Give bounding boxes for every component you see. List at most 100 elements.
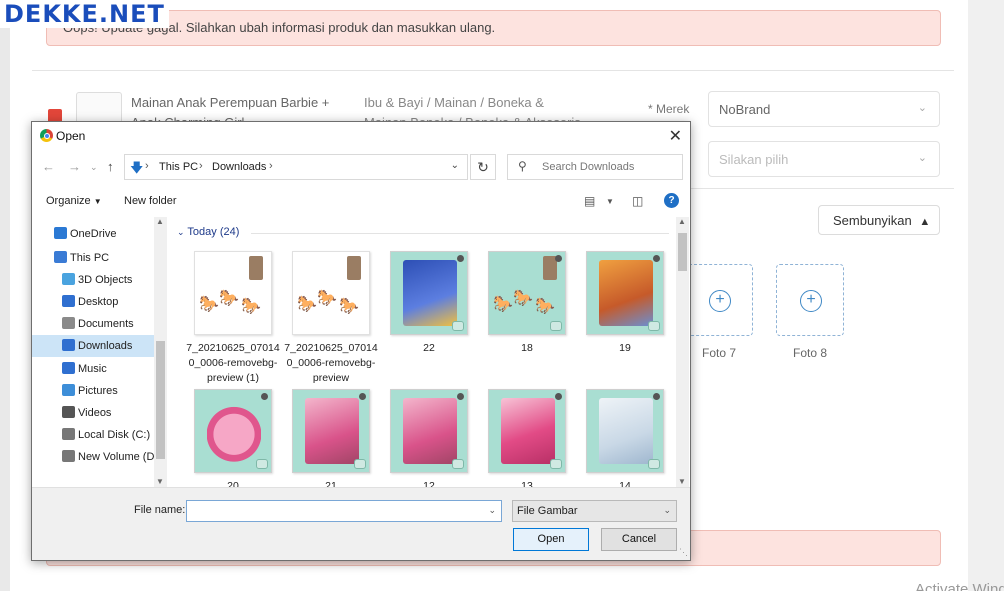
dropdown-caret-icon: ▼: [93, 197, 102, 206]
scroll-up-icon[interactable]: ▲: [156, 217, 164, 226]
corner-dot-icon: [555, 255, 562, 262]
file-scrollbar[interactable]: ▲ ▼: [676, 217, 689, 487]
hide-button[interactable]: Sembunyikan ▲: [818, 205, 940, 235]
nav-item-label: Videos: [78, 407, 112, 419]
search-icon: ⚲: [518, 159, 527, 173]
drive-icon: [62, 450, 75, 462]
image-thumbnail-icon: 🐎 🐎 🐎: [488, 251, 566, 335]
file-item[interactable]: 12: [378, 389, 474, 487]
brand-label: * Merek: [648, 102, 690, 116]
nav-item-this-pc[interactable]: This PC: [32, 247, 154, 269]
toy-package-image: [403, 260, 457, 326]
search-placeholder: Search Downloads: [542, 161, 635, 173]
chrome-icon: [40, 129, 53, 142]
nav-item-downloads[interactable]: Downloads: [32, 335, 154, 357]
file-item[interactable]: 22: [378, 251, 474, 391]
hide-button-label: Sembunyikan: [833, 213, 912, 228]
file-item[interactable]: 21: [280, 389, 376, 487]
back-arrow-icon[interactable]: ←: [42, 159, 55, 174]
breadcrumb-this-pc[interactable]: This PC: [159, 161, 198, 173]
nav-item-label: This PC: [70, 252, 110, 264]
file-name: 18: [521, 342, 533, 354]
recent-dropdown-icon[interactable]: ⌄: [90, 162, 98, 173]
breadcrumb-separator: ›: [145, 160, 149, 172]
badge-icon: [256, 459, 268, 469]
group-header[interactable]: ⌄ Today (24): [177, 226, 239, 238]
up-arrow-icon[interactable]: ↑: [107, 159, 114, 174]
file-name-label: File name:: [134, 504, 186, 516]
nav-item-pictures[interactable]: Pictures: [32, 380, 154, 402]
chevron-down-icon[interactable]: ⌄: [451, 160, 459, 171]
file-scroll-thumb[interactable]: [678, 233, 687, 271]
forward-arrow-icon[interactable]: →: [68, 159, 81, 174]
toy-box-image: [347, 256, 361, 280]
organize-button[interactable]: Organize ▼: [46, 195, 102, 207]
brand-select[interactable]: NoBrand ⌄: [708, 91, 940, 127]
cancel-button[interactable]: Cancel: [601, 528, 677, 551]
breadcrumb-downloads[interactable]: Downloads: [212, 161, 266, 173]
image-thumbnail-icon: [586, 251, 664, 335]
cloud-icon: [54, 227, 67, 239]
nav-item-desktop[interactable]: Desktop: [32, 291, 154, 313]
image-thumbnail-icon: [390, 251, 468, 335]
nav-item-onedrive[interactable]: OneDrive: [32, 223, 154, 245]
file-type-select[interactable]: File Gambar ⌄: [512, 500, 677, 522]
file-list: ⌄ Today (24) 🐎 🐎 🐎 7_20210625_070140_0006-r…: [169, 217, 689, 487]
brand-select-value: NoBrand: [719, 102, 771, 117]
file-item[interactable]: 🐎 🐎 🐎 7_20210625_070140_0006-removebg-previ…: [280, 251, 378, 391]
file-item[interactable]: 🐎 🐎 🐎 18: [476, 251, 572, 391]
refresh-button[interactable]: ↻: [470, 154, 496, 180]
chevron-down-icon: ⌄: [177, 227, 185, 237]
group-header-label: Today (24): [187, 226, 240, 238]
close-icon[interactable]: ✕: [669, 126, 682, 146]
open-button[interactable]: Open: [513, 528, 589, 551]
horse-toy-image: 🐎: [297, 296, 317, 313]
file-item[interactable]: 20: [182, 389, 278, 487]
image-thumbnail-icon: [488, 389, 566, 473]
attribute-select[interactable]: Silakan pilih ⌄: [708, 141, 940, 177]
resize-grip-icon[interactable]: ⋱: [679, 547, 688, 558]
nav-item-videos[interactable]: Videos: [32, 402, 154, 424]
file-name-input[interactable]: ⌄: [186, 500, 502, 522]
music-icon: [62, 362, 75, 374]
preview-pane-icon[interactable]: ◫: [632, 194, 643, 208]
nav-item-3d-objects[interactable]: 3D Objects: [32, 269, 154, 291]
photo-upload-8[interactable]: +: [776, 264, 844, 336]
site-logo: DEKKE.NET: [0, 0, 169, 28]
scroll-up-icon[interactable]: ▲: [678, 217, 686, 226]
corner-dot-icon: [653, 255, 660, 262]
search-box[interactable]: ⚲ Search Downloads: [507, 154, 683, 180]
nav-item-documents[interactable]: Documents: [32, 313, 154, 335]
nav-item-local-disk-c[interactable]: Local Disk (C:): [32, 424, 154, 446]
toy-package-image: [207, 398, 261, 464]
nav-item-label: Documents: [78, 318, 134, 330]
chevron-down-icon: ⌄: [917, 152, 927, 164]
new-folder-button[interactable]: New folder: [124, 195, 177, 207]
nav-item-music[interactable]: Music: [32, 358, 154, 380]
nav-scroll-thumb[interactable]: [156, 341, 165, 459]
view-options-icon[interactable]: ▤: [584, 194, 595, 208]
dialog-titlebar[interactable]: Open ✕: [32, 122, 690, 150]
dropdown-caret-icon[interactable]: ▼: [606, 197, 614, 206]
file-item[interactable]: 🐎 🐎 🐎 7_20210625_070140_0006-removebg-previ…: [182, 251, 280, 391]
photo-upload-7[interactable]: +: [685, 264, 753, 336]
divider: [32, 70, 954, 71]
scroll-down-icon[interactable]: ▼: [678, 477, 686, 486]
nav-scrollbar[interactable]: ▲ ▼: [154, 217, 167, 487]
file-item[interactable]: 19: [574, 251, 670, 391]
toy-package-image: [599, 398, 653, 464]
badge-icon: [648, 459, 660, 469]
nav-item-label: Music: [78, 363, 107, 375]
file-name: 19: [619, 342, 631, 354]
chevron-down-icon[interactable]: ⌄: [488, 505, 496, 516]
breadcrumb-separator: ›: [199, 160, 203, 172]
activate-windows-watermark: Activate Windows: [915, 581, 1004, 591]
scroll-down-icon[interactable]: ▼: [156, 477, 164, 486]
file-item[interactable]: 14: [574, 389, 670, 487]
help-icon[interactable]: ?: [664, 193, 679, 208]
address-bar[interactable]: 🡇 › This PC › Downloads › ⌄: [124, 154, 468, 180]
nav-item-new-volume-d[interactable]: New Volume (D:): [32, 446, 154, 468]
file-item[interactable]: 13: [476, 389, 572, 487]
image-thumbnail-icon: [586, 389, 664, 473]
file-name: 7_20210625_070140_0006-removebg-preview: [284, 342, 378, 384]
